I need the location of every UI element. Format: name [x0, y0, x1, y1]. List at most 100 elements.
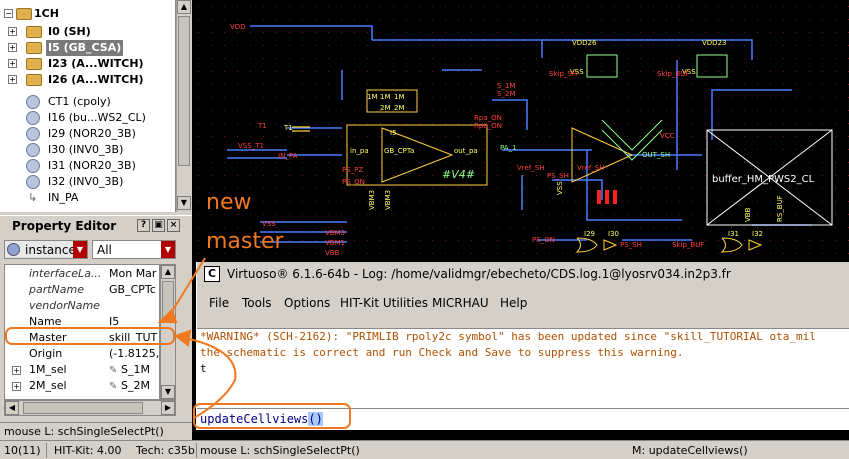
property-value[interactable]: (-1.8125, — [109, 346, 159, 362]
svg-text:VSS: VSS — [262, 220, 276, 228]
expand-icon[interactable]: + — [12, 382, 21, 391]
property-value[interactable]: Mon Mar — [109, 266, 159, 282]
float-button[interactable]: ▣ — [152, 219, 165, 232]
expand-icon[interactable]: + — [8, 43, 17, 52]
svg-text:RS_BUF: RS_BUF — [776, 195, 784, 222]
expand-icon[interactable]: + — [8, 75, 17, 84]
property-key: 1M_sel — [29, 363, 67, 376]
object-type-select[interactable]: instance ▼ — [4, 240, 88, 259]
svg-text:Vref_SH: Vref_SH — [517, 164, 545, 172]
cell-label: GB_CPTa — [384, 147, 414, 155]
scroll-thumb[interactable] — [162, 281, 174, 321]
property-value[interactable]: S_2M — [121, 378, 159, 394]
property-row[interactable]: Origin (-1.8125, — [5, 346, 159, 362]
annotation-master: master — [206, 229, 284, 254]
property-value[interactable]: skill_TUT — [109, 330, 159, 346]
property-hscrollbar[interactable]: ◀ ▶ — [4, 400, 176, 416]
filter-value: All — [97, 243, 112, 257]
svg-text:VDD26: VDD26 — [572, 39, 597, 47]
menu-micrhau[interactable]: MICRHAU — [432, 296, 489, 310]
menu-options[interactable]: Options — [284, 296, 330, 310]
property-row[interactable]: vendorName — [5, 298, 159, 314]
property-row[interactable]: + 2M_sel ✎ S_2M — [5, 378, 159, 394]
command-text[interactable]: updateCellviews() — [200, 412, 323, 426]
expand-icon[interactable]: + — [12, 366, 21, 375]
svg-text:2M: 2M — [394, 104, 405, 112]
close-button[interactable]: × — [167, 219, 180, 232]
menu-hitkit-utilities[interactable]: HIT-Kit Utilities — [340, 296, 428, 310]
scroll-up-icon[interactable]: ▲ — [161, 265, 175, 279]
property-value[interactable]: I5 — [109, 314, 159, 330]
svg-text:out_pa: out_pa — [454, 147, 478, 155]
svg-text:PS_SH: PS_SH — [620, 241, 642, 249]
filter-select[interactable]: All ▼ — [92, 240, 176, 259]
svg-text:1M: 1M — [367, 93, 378, 101]
svg-text:VBM3: VBM3 — [384, 190, 392, 210]
property-value[interactable]: S_1M — [121, 362, 159, 378]
tree-item-label: CT1 (cpoly) — [48, 95, 111, 108]
scroll-down-icon[interactable]: ▼ — [177, 196, 191, 210]
help-button[interactable]: ? — [137, 219, 150, 232]
instance-icon — [26, 143, 40, 157]
log-line: the schematic is correct and run Check a… — [200, 346, 684, 359]
status-mouse: mouse L: schSingleSelectPt() — [200, 444, 360, 457]
property-value[interactable]: GB_CPTc — [109, 282, 159, 298]
log-window[interactable]: C Virtuoso® 6.1.6-64b - Log: /home/valid… — [196, 262, 849, 430]
annotation-new: new — [206, 190, 252, 215]
chevron-down-icon[interactable]: ▼ — [73, 241, 87, 258]
status-counter: 10(11) — [4, 444, 41, 457]
svg-text:I32: I32 — [752, 230, 763, 238]
command-input[interactable]: updateCellviews() — [197, 408, 849, 430]
property-row[interactable]: interfaceLa... Mon Mar — [5, 266, 159, 282]
svg-text:Rpd_ON: Rpd_ON — [474, 122, 502, 130]
scroll-left-icon[interactable]: ◀ — [5, 401, 19, 415]
log-titlebar: C Virtuoso® 6.1.6-64b - Log: /home/valid… — [197, 262, 849, 286]
property-row[interactable]: partName GB_CPTc — [5, 282, 159, 298]
schematic-canvas[interactable]: I5 GB_CPTa in_pa out_pa #V4# PA_1 OUT_SH… — [192, 0, 849, 262]
log-line: *WARNING* (SCH-2162): "PRIMLIB rpoly2c s… — [200, 330, 816, 343]
hierarchy-tree[interactable]: − 1CH + I0 (SH) + I5 (GB_CSA) + I23 (A..… — [0, 0, 176, 212]
log-line: t — [200, 362, 207, 375]
property-table[interactable]: interfaceLa... Mon Mar partName GB_CPTc … — [4, 264, 160, 400]
property-scrollbar[interactable]: ▲ ▼ — [160, 264, 176, 400]
collapse-icon[interactable]: − — [4, 9, 13, 18]
scroll-thumb[interactable] — [178, 16, 190, 166]
scroll-down-icon[interactable]: ▼ — [161, 385, 175, 399]
object-type-value: instance — [25, 243, 76, 257]
left-status-bar: mouse L: schSingleSelectPt() — [0, 422, 192, 440]
svg-text:VBB: VBB — [325, 249, 340, 257]
expand-icon[interactable]: + — [8, 27, 17, 36]
chevron-down-icon[interactable]: ▼ — [161, 241, 175, 258]
svg-text:PS_ON: PS_ON — [342, 178, 365, 186]
property-row[interactable]: + 1M_sel ✎ S_1M — [5, 362, 159, 378]
svg-text:PS_ON: PS_ON — [532, 236, 555, 244]
property-row-master[interactable]: Master skill_TUT — [5, 330, 159, 346]
tree-item-label: I0 (SH) — [48, 25, 91, 38]
svg-text:1M: 1M — [380, 93, 391, 101]
menu-tools[interactable]: Tools — [242, 296, 272, 310]
scroll-right-icon[interactable]: ▶ — [161, 401, 175, 415]
tree-item-label: I31 (NOR20_3B) — [48, 159, 136, 172]
property-key: 2M_sel — [29, 379, 67, 392]
property-editor-toolbar: instance ▼ All ▼ — [0, 238, 192, 262]
tree-scrollbar[interactable]: ▲ ▼ — [176, 0, 192, 212]
svg-text:VBM3: VBM3 — [368, 190, 376, 210]
tree-item-label: I30 (INV0_3B) — [48, 143, 124, 156]
property-editor-header: Property Editor ? ▣ × — [0, 215, 192, 235]
svg-text:T1: T1 — [257, 122, 267, 130]
property-key: vendorName — [29, 299, 100, 312]
property-key: Master — [29, 331, 67, 344]
menu-help[interactable]: Help — [500, 296, 527, 310]
svg-text:S_1M: S_1M — [497, 82, 515, 90]
pencil-icon: ✎ — [109, 381, 118, 392]
svg-text:VBM1: VBM1 — [325, 239, 345, 247]
scroll-thumb[interactable] — [23, 402, 143, 414]
svg-text:VBB: VBB — [744, 207, 752, 222]
menu-file[interactable]: File — [209, 296, 229, 310]
property-row[interactable]: Name I5 — [5, 314, 159, 330]
schematic-drawing: I5 GB_CPTa in_pa out_pa #V4# PA_1 OUT_SH… — [192, 0, 849, 262]
tree-item-label: I16 (bu...WS2_CL) — [48, 111, 146, 124]
scroll-up-icon[interactable]: ▲ — [177, 0, 191, 14]
folder-icon — [26, 58, 42, 70]
expand-icon[interactable]: + — [8, 59, 17, 68]
